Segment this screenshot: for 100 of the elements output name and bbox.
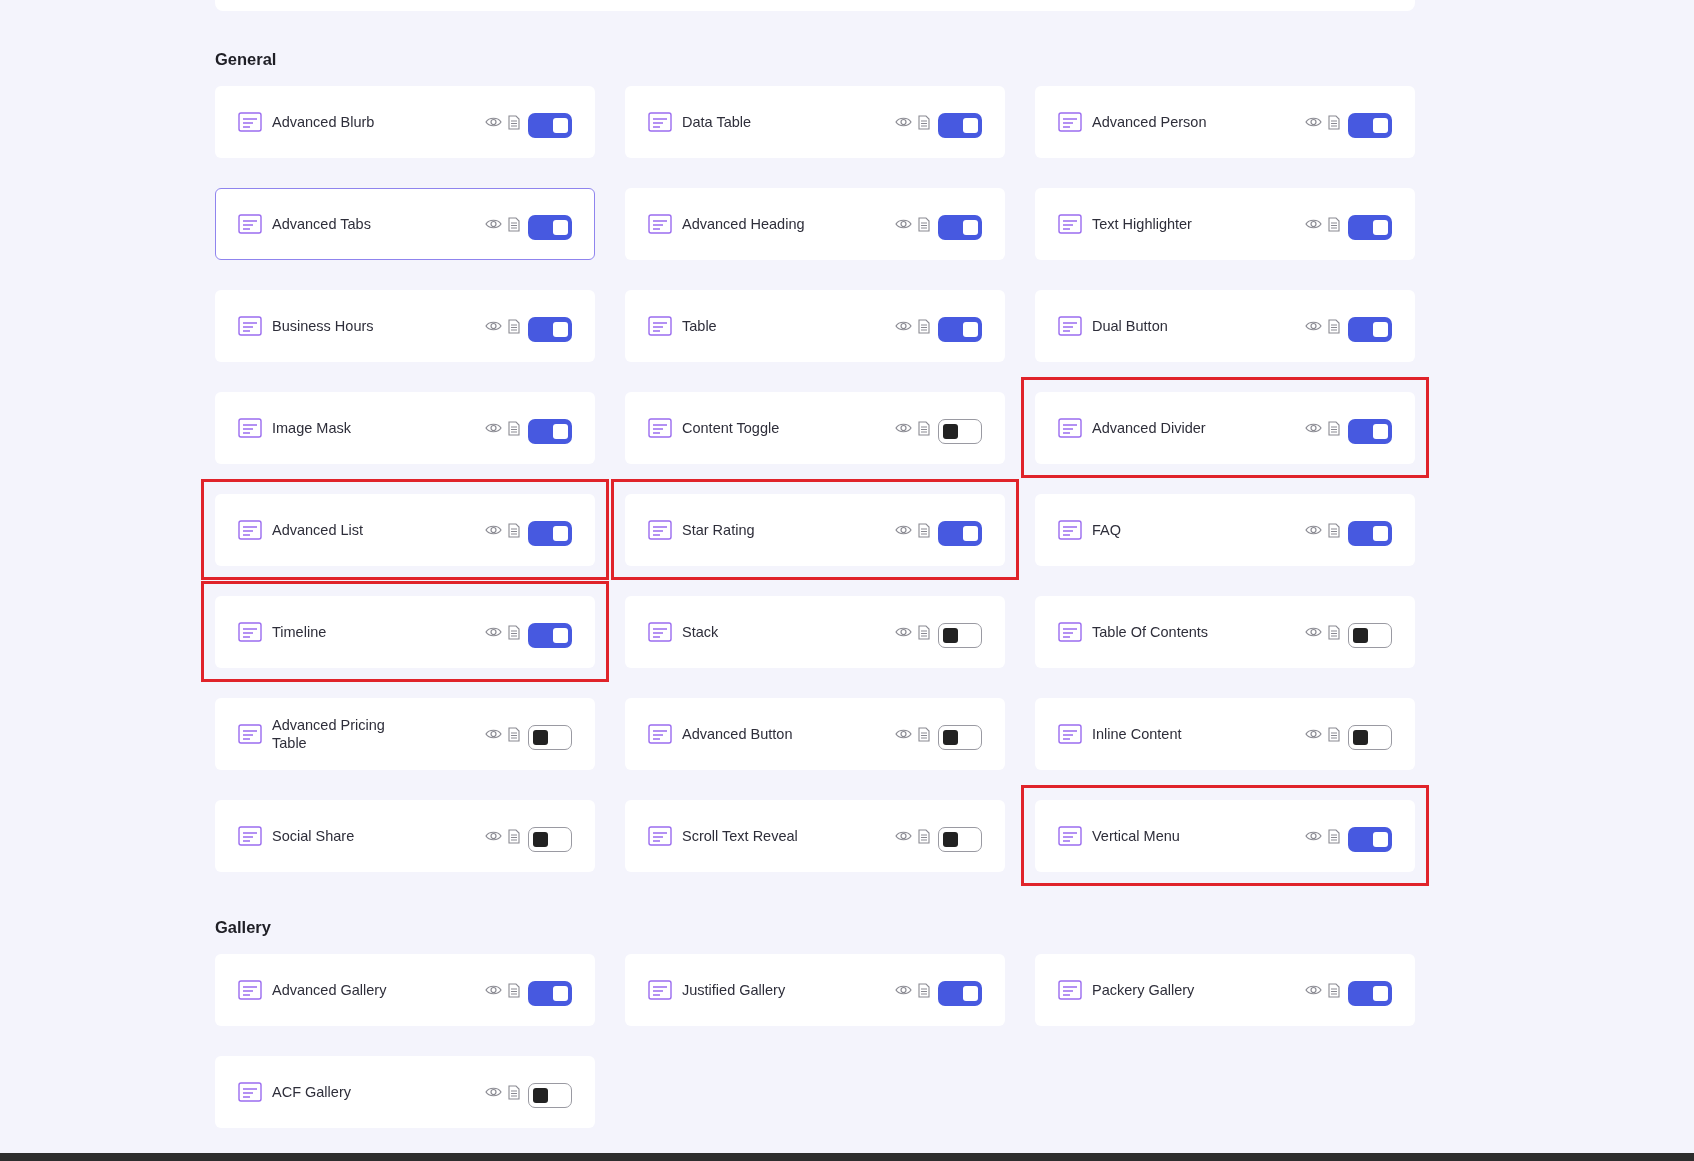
document-icon xyxy=(1328,982,1340,998)
eye-icon xyxy=(895,728,912,740)
toggle-switch[interactable] xyxy=(528,520,572,546)
widget-icon xyxy=(237,619,263,645)
preview-button[interactable] xyxy=(895,626,912,638)
preview-button[interactable] xyxy=(1305,728,1322,740)
preview-button[interactable] xyxy=(485,830,502,842)
preview-button[interactable] xyxy=(1305,830,1322,842)
preview-button[interactable] xyxy=(1305,984,1322,996)
widget-icon xyxy=(647,109,673,135)
preview-button[interactable] xyxy=(1305,524,1322,536)
preview-button[interactable] xyxy=(895,320,912,332)
preview-button[interactable] xyxy=(485,320,502,332)
preview-button[interactable] xyxy=(485,524,502,536)
preview-button[interactable] xyxy=(485,1086,502,1098)
preview-button[interactable] xyxy=(1305,116,1322,128)
toggle-switch[interactable] xyxy=(938,214,982,240)
preview-button[interactable] xyxy=(485,218,502,230)
eye-icon xyxy=(485,524,502,536)
toggle-switch[interactable] xyxy=(528,214,572,240)
toggle-switch[interactable] xyxy=(528,1082,572,1108)
documentation-button[interactable] xyxy=(918,216,930,232)
widget-icon xyxy=(1057,313,1083,339)
toggle-switch[interactable] xyxy=(938,622,982,648)
toggle-switch[interactable] xyxy=(1348,112,1392,138)
documentation-button[interactable] xyxy=(918,982,930,998)
documentation-button[interactable] xyxy=(508,420,520,436)
documentation-button[interactable] xyxy=(1328,318,1340,334)
documentation-button[interactable] xyxy=(918,828,930,844)
preview-button[interactable] xyxy=(895,116,912,128)
toggle-switch[interactable] xyxy=(938,418,982,444)
documentation-button[interactable] xyxy=(1328,726,1340,742)
documentation-button[interactable] xyxy=(918,114,930,130)
toggle-switch[interactable] xyxy=(528,980,572,1006)
widget-icon xyxy=(237,823,263,849)
documentation-button[interactable] xyxy=(508,216,520,232)
toggle-switch[interactable] xyxy=(938,980,982,1006)
toggle-switch[interactable] xyxy=(528,418,572,444)
toggle-switch[interactable] xyxy=(938,724,982,750)
toggle-switch[interactable] xyxy=(528,316,572,342)
document-icon xyxy=(918,522,930,538)
documentation-button[interactable] xyxy=(508,624,520,640)
documentation-button[interactable] xyxy=(918,522,930,538)
documentation-button[interactable] xyxy=(1328,216,1340,232)
documentation-button[interactable] xyxy=(1328,522,1340,538)
widget-icon xyxy=(647,977,673,1003)
documentation-button[interactable] xyxy=(1328,114,1340,130)
toggle-switch[interactable] xyxy=(528,112,572,138)
toggle-switch[interactable] xyxy=(938,826,982,852)
preview-button[interactable] xyxy=(895,984,912,996)
preview-button[interactable] xyxy=(895,218,912,230)
eye-icon xyxy=(1305,422,1322,434)
documentation-button[interactable] xyxy=(508,114,520,130)
preview-button[interactable] xyxy=(1305,422,1322,434)
preview-button[interactable] xyxy=(485,116,502,128)
document-icon xyxy=(508,982,520,998)
documentation-button[interactable] xyxy=(918,318,930,334)
toggle-switch[interactable] xyxy=(938,112,982,138)
toggle-switch[interactable] xyxy=(528,622,572,648)
preview-button[interactable] xyxy=(1305,218,1322,230)
widget-name: FAQ xyxy=(1092,521,1121,539)
preview-button[interactable] xyxy=(1305,320,1322,332)
widget-name: ACF Gallery xyxy=(272,1083,351,1101)
toggle-switch[interactable] xyxy=(1348,316,1392,342)
preview-button[interactable] xyxy=(485,422,502,434)
toggle-switch[interactable] xyxy=(1348,418,1392,444)
documentation-button[interactable] xyxy=(508,726,520,742)
documentation-button[interactable] xyxy=(918,726,930,742)
documentation-button[interactable] xyxy=(508,1084,520,1100)
documentation-button[interactable] xyxy=(918,624,930,640)
document-icon xyxy=(508,828,520,844)
preview-button[interactable] xyxy=(895,728,912,740)
preview-button[interactable] xyxy=(485,626,502,638)
toggle-switch[interactable] xyxy=(1348,980,1392,1006)
preview-button[interactable] xyxy=(895,524,912,536)
documentation-button[interactable] xyxy=(1328,420,1340,436)
preview-button[interactable] xyxy=(1305,626,1322,638)
toggle-switch[interactable] xyxy=(938,520,982,546)
preview-button[interactable] xyxy=(485,728,502,740)
documentation-button[interactable] xyxy=(508,522,520,538)
preview-button[interactable] xyxy=(485,984,502,996)
documentation-button[interactable] xyxy=(508,828,520,844)
documentation-button[interactable] xyxy=(508,318,520,334)
documentation-button[interactable] xyxy=(508,982,520,998)
toggle-switch[interactable] xyxy=(1348,214,1392,240)
preview-button[interactable] xyxy=(895,422,912,434)
eye-icon xyxy=(485,320,502,332)
toggle-switch[interactable] xyxy=(1348,520,1392,546)
toggle-switch[interactable] xyxy=(1348,622,1392,648)
document-icon xyxy=(508,318,520,334)
documentation-button[interactable] xyxy=(918,420,930,436)
toggle-switch[interactable] xyxy=(528,826,572,852)
documentation-button[interactable] xyxy=(1328,828,1340,844)
toggle-switch[interactable] xyxy=(938,316,982,342)
preview-button[interactable] xyxy=(895,830,912,842)
toggle-switch[interactable] xyxy=(1348,724,1392,750)
toggle-switch[interactable] xyxy=(1348,826,1392,852)
documentation-button[interactable] xyxy=(1328,982,1340,998)
toggle-switch[interactable] xyxy=(528,724,572,750)
documentation-button[interactable] xyxy=(1328,624,1340,640)
